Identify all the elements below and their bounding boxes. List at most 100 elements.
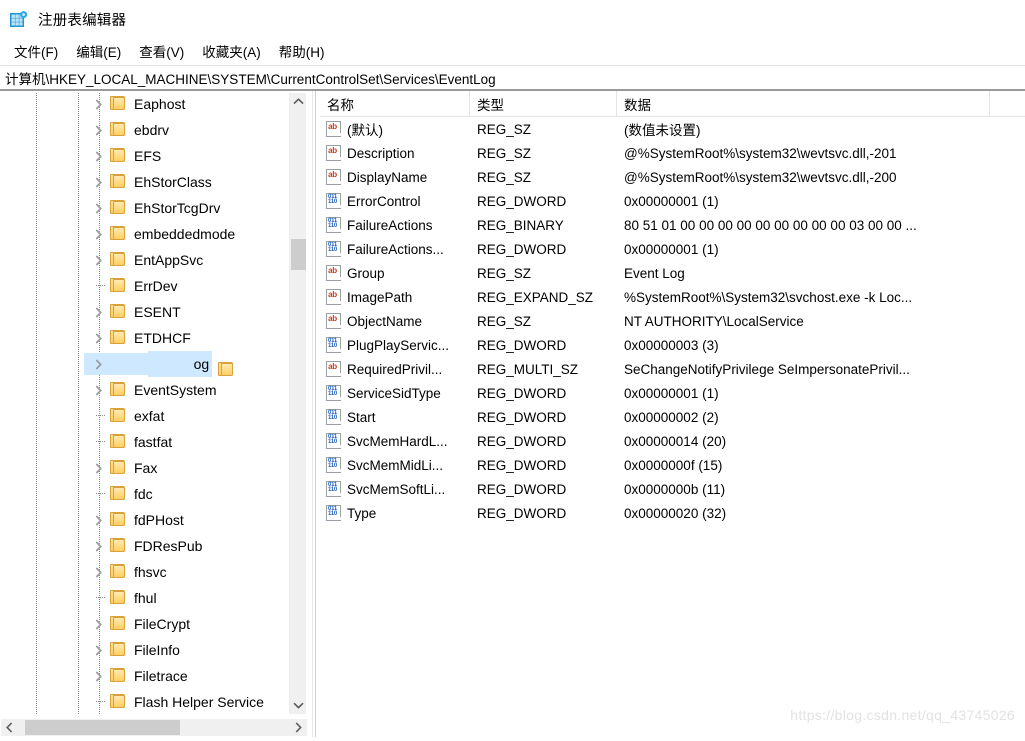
value-row[interactable]: 011 110 SvcMemSoftLi... REG_DWORD 0x0000000b… [320, 477, 1025, 501]
value-row[interactable]: 011 110 SvcMemHardL... REG_DWORD 0x00000014 … [320, 429, 1025, 453]
value-row[interactable]: 011 110 PlugPlayServic... REG_DWORD 0x000000… [320, 333, 1025, 357]
value-name-cell: ab Group [325, 261, 475, 285]
chevron-right-icon[interactable] [90, 93, 106, 117]
scroll-left-icon[interactable] [1, 719, 18, 736]
value-row[interactable]: 011 110 SvcMemMidLi... REG_DWORD 0x0000000f … [320, 453, 1025, 477]
tree-item-label: EventSystem [134, 382, 217, 398]
chevron-right-icon[interactable] [90, 143, 106, 169]
window-title: 注册表编辑器 [38, 12, 127, 29]
chevron-right-icon[interactable] [90, 455, 106, 481]
chevron-right-icon[interactable] [90, 377, 106, 403]
tree-item-fhsvc[interactable]: fhsvc [0, 559, 290, 585]
value-row[interactable]: ab DisplayName REG_SZ @%SystemRoot%\system3… [320, 165, 1025, 189]
value-data-cell: 0x00000002 (2) [624, 409, 719, 425]
value-row[interactable]: ab Group REG_SZ Event Log [320, 261, 1025, 285]
value-row[interactable]: 011 110 Type REG_DWORD 0x00000020 (32) [320, 501, 1025, 525]
menu-favorites[interactable]: 收藏夹(A) [197, 39, 266, 63]
tree-item-ehstortcgdrv[interactable]: EhStorTcgDrv [0, 195, 290, 221]
value-data-cell: 0x00000001 (1) [624, 385, 719, 401]
scroll-down-icon[interactable] [290, 697, 307, 714]
chevron-right-icon[interactable] [90, 299, 106, 325]
chevron-right-icon[interactable] [90, 637, 106, 663]
value-row[interactable]: ab (默认) REG_SZ (数值未设置) [320, 117, 1025, 141]
tree-item-fileinfo[interactable]: FileInfo [0, 637, 290, 663]
address-bar[interactable]: 计算机\HKEY_LOCAL_MACHINE\SYSTEM\CurrentCon… [0, 65, 1025, 90]
tree-item-errdev[interactable]: ErrDev [0, 273, 290, 299]
tree-item-efs[interactable]: EFS [0, 143, 290, 169]
column-header-type[interactable]: 类型 [470, 91, 617, 116]
tree-item-esent[interactable]: ESENT [0, 299, 290, 325]
value-data-cell: SeChangeNotifyPrivilege SeImpersonatePri… [624, 361, 910, 377]
tree-item-eventlog[interactable]: EventLog [0, 351, 290, 377]
chevron-right-icon[interactable] [90, 533, 106, 559]
value-data-cell: Event Log [624, 265, 685, 281]
chevron-right-icon[interactable] [90, 507, 106, 533]
value-row[interactable]: 011 110 ErrorControl REG_DWORD 0x00000001 (1… [320, 189, 1025, 213]
string-value-icon: ab [325, 289, 342, 305]
menu-file[interactable]: 文件(F) [9, 39, 63, 63]
tree-item-fdc[interactable]: fdc [0, 481, 290, 507]
tree-item-label: FileCrypt [134, 616, 191, 632]
folder-icon [110, 304, 126, 319]
chevron-right-icon[interactable] [90, 559, 106, 585]
menu-edit[interactable]: 编辑(E) [71, 39, 126, 63]
tree-item-filetrace[interactable]: Filetrace [0, 663, 290, 689]
scroll-right-icon[interactable] [290, 719, 307, 736]
tree-item-fdrespub[interactable]: FDResPub [0, 533, 290, 559]
tree-item-label: fdc [134, 486, 153, 502]
value-type-cell: REG_SZ [477, 121, 532, 137]
value-row[interactable]: 011 110 FailureActions REG_BINARY 80 51 01 0… [320, 213, 1025, 237]
value-name-cell: ab ObjectName [325, 309, 475, 333]
tree-vertical-scrollbar[interactable] [289, 93, 306, 714]
tree-item-etdhcf[interactable]: ETDHCF [0, 325, 290, 351]
menu-view[interactable]: 查看(V) [134, 39, 189, 63]
tree-item-flash-helper-service[interactable]: Flash Helper Service [0, 689, 290, 714]
value-row[interactable]: 011 110 Start REG_DWORD 0x00000002 (2) [320, 405, 1025, 429]
tree-horizontal-scrollbar[interactable] [1, 719, 307, 736]
tree-item-eventsystem[interactable]: EventSystem [0, 377, 290, 403]
value-name-label: SvcMemSoftLi... [347, 481, 446, 497]
values-column-header: 名称 类型 数据 [320, 91, 1025, 117]
chevron-right-icon[interactable] [90, 611, 106, 637]
value-row[interactable]: ab ImagePath REG_EXPAND_SZ %SystemRoot%\Sys… [320, 285, 1025, 309]
tree-item-eaphost[interactable]: Eaphost [0, 93, 290, 117]
pane-splitter[interactable] [313, 91, 320, 741]
tree-item-fax[interactable]: Fax [0, 455, 290, 481]
tree-item-fdphost[interactable]: fdPHost [0, 507, 290, 533]
chevron-right-icon[interactable] [90, 221, 106, 247]
menu-help[interactable]: 帮助(H) [274, 39, 330, 63]
tree-item-ehstorclass[interactable]: EhStorClass [0, 169, 290, 195]
tree-scrollbar-thumb[interactable] [291, 239, 306, 270]
value-row[interactable]: 011 110 FailureActions... REG_DWORD 0x000000… [320, 237, 1025, 261]
tree-item-exfat[interactable]: exfat [0, 403, 290, 429]
tree-item-embeddedmode[interactable]: embeddedmode [0, 221, 290, 247]
column-header-name[interactable]: 名称 [320, 91, 470, 116]
column-header-data[interactable]: 数据 [617, 91, 990, 116]
value-type-cell: REG_DWORD [477, 505, 567, 521]
value-name-label: (默认) [347, 123, 383, 138]
tree-leaf-connector [96, 493, 105, 495]
value-row[interactable]: ab ObjectName REG_SZ NT AUTHORITY\LocalServ… [320, 309, 1025, 333]
tree-item-ebdrv[interactable]: ebdrv [0, 117, 290, 143]
chevron-right-icon[interactable] [90, 195, 106, 221]
value-row[interactable]: 011 110 ServiceSidType REG_DWORD 0x00000001 … [320, 381, 1025, 405]
tree-item-fhul[interactable]: fhul [0, 585, 290, 611]
binary-value-icon: 011 110 [325, 217, 342, 233]
value-name-cell: 011 110 PlugPlayServic... [325, 333, 475, 357]
chevron-right-icon[interactable] [90, 325, 106, 351]
tree-item-fastfat[interactable]: fastfat [0, 429, 290, 455]
value-row[interactable]: ab Description REG_SZ @%SystemRoot%\system3… [320, 141, 1025, 165]
registry-path[interactable]: 计算机\HKEY_LOCAL_MACHINE\SYSTEM\CurrentCon… [5, 68, 496, 88]
scroll-up-icon[interactable] [290, 93, 307, 110]
chevron-right-icon[interactable] [90, 247, 106, 273]
chevron-right-icon[interactable] [90, 169, 106, 195]
value-name-label: SvcMemHardL... [347, 433, 448, 449]
tree-item-entappsvc[interactable]: EntAppSvc [0, 247, 290, 273]
chevron-right-icon[interactable] [90, 117, 106, 143]
folder-icon [110, 434, 126, 449]
chevron-right-icon[interactable] [90, 663, 106, 689]
chevron-right-icon[interactable] [90, 351, 106, 377]
tree-item-filecrypt[interactable]: FileCrypt [0, 611, 290, 637]
value-row[interactable]: ab RequiredPrivil... REG_MULTI_SZ SeChangeN… [320, 357, 1025, 381]
tree-hscrollbar-thumb[interactable] [25, 720, 180, 735]
